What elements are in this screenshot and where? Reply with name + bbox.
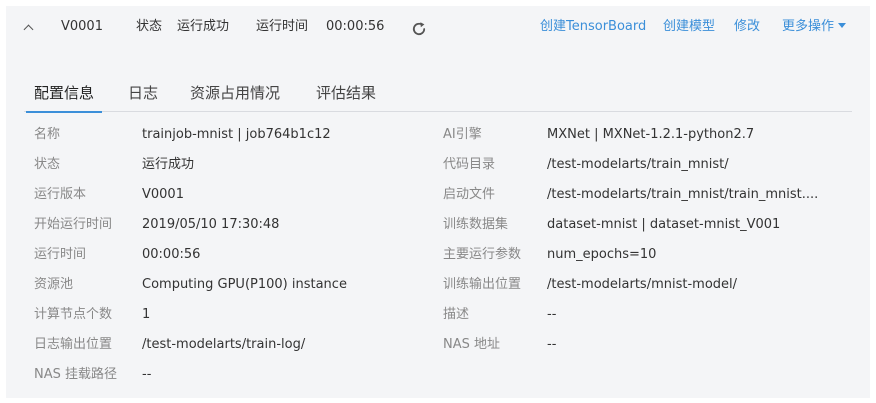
status-value: 运行成功 [177,19,230,34]
caret-down-icon [838,23,847,28]
edit-link[interactable]: 修改 [734,19,760,35]
tab-config[interactable]: 配置信息 [25,82,103,113]
field-value: 00:00:56 [142,247,201,262]
field-value: 1 [142,307,151,322]
runtime-label: 运行时间 [256,19,309,34]
field-value: /test-modelarts/train_mnist/ [547,157,729,172]
field-value: Computing GPU(P100) instance [142,277,347,292]
field-label: 名称 [34,127,61,142]
field-value: MXNet | MXNet-1.2.1-python2.7 [547,127,755,142]
job-detail-panel: V0001 状态 运行成功 运行时间 00:00:56 创建TensorBoar… [6,6,870,398]
create-tensorboard-link[interactable]: 创建TensorBoard [540,19,646,35]
field-value: /test-modelarts/mnist-model/ [547,277,738,292]
detail-tabs: 配置信息 日志 资源占用情况 评估结果 [24,82,852,113]
field-value: -- [142,367,152,382]
field-label: 计算节点个数 [34,307,113,322]
job-header: V0001 状态 运行成功 运行时间 00:00:56 创建TensorBoar… [6,6,870,48]
field-label: NAS 地址 [443,337,501,352]
refresh-icon[interactable] [410,20,428,38]
field-label: 资源池 [34,277,74,292]
collapse-chevron-icon[interactable] [23,23,33,33]
field-label: 描述 [443,307,470,322]
runtime-value: 00:00:56 [326,19,385,34]
field-value: num_epochs=10 [547,247,657,262]
tab-logs[interactable]: 日志 [128,82,158,112]
tab-evaluation[interactable]: 评估结果 [316,82,376,112]
tab-resource-usage[interactable]: 资源占用情况 [190,82,280,112]
more-actions-label: 更多操作 [782,19,835,34]
field-label: AI引擎 [443,127,482,142]
field-value: /test-modelarts/train-log/ [142,337,306,352]
field-value: trainjob-mnist | job764b1c12 [142,127,331,142]
field-value: 运行成功 [142,157,195,172]
field-value: -- [547,307,557,322]
field-value: -- [547,337,557,352]
version-text: V0001 [61,19,103,34]
field-label: 运行时间 [34,247,87,262]
field-label: 开始运行时间 [34,217,113,232]
field-label: 代码目录 [443,157,496,172]
field-label: 日志输出位置 [34,337,113,352]
field-value: V0001 [142,187,184,202]
field-label: 状态 [34,157,61,172]
field-label: 主要运行参数 [443,247,522,262]
field-value: 2019/05/10 17:30:48 [142,217,280,232]
field-label: 训练输出位置 [443,277,522,292]
field-label: 启动文件 [443,187,496,202]
more-actions-menu[interactable]: 更多操作 [782,19,847,35]
field-value: /test-modelarts/train_mnist/train_mnist.… [547,187,819,202]
field-label: NAS 挂载路径 [34,367,118,382]
field-label: 运行版本 [34,187,87,202]
status-label: 状态 [136,19,163,34]
create-model-link[interactable]: 创建模型 [663,19,715,35]
field-label: 训练数据集 [443,217,509,232]
field-value: dataset-mnist | dataset-mnist_V001 [547,217,781,232]
